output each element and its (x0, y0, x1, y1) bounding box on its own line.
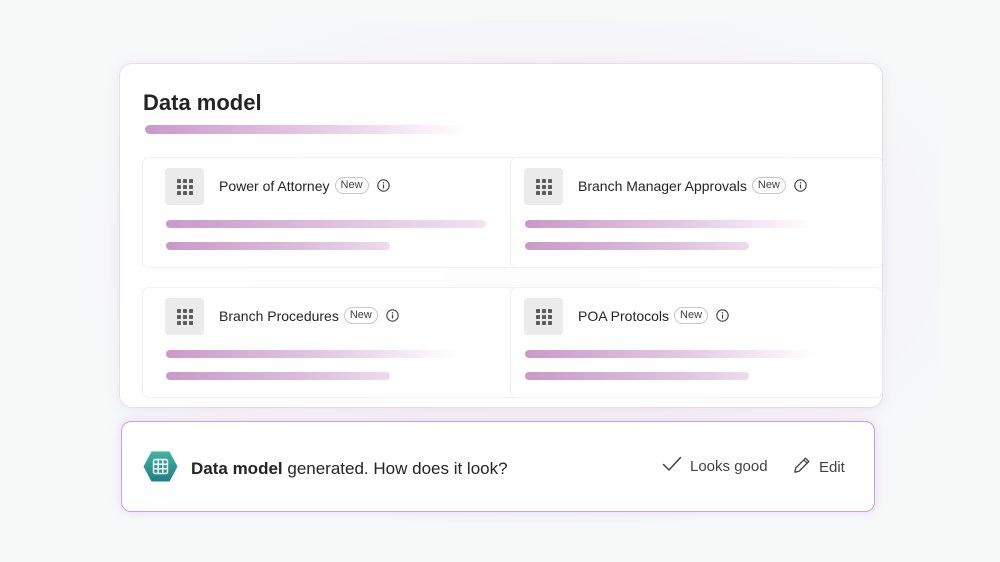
table-tile-power-of-attorney[interactable]: Power of Attorney New (143, 158, 518, 267)
info-icon[interactable] (376, 179, 390, 192)
edit-label: Edit (819, 458, 845, 476)
skeleton-bar (525, 242, 749, 250)
data-model-card: Data model Power of Attorney New Branch … (120, 64, 882, 407)
table-grid-icon (524, 168, 563, 205)
skeleton-bar (166, 220, 486, 228)
table-grid-icon (165, 298, 204, 335)
table-name: Branch Procedures (219, 307, 339, 324)
table-tile-poa-protocols[interactable]: POA Protocols New (511, 288, 882, 397)
table-tile-branch-procedures[interactable]: Branch Procedures New (143, 288, 518, 397)
prompt-message: Data model generated. How does it look? (191, 459, 508, 479)
prompt-message-rest: generated. How does it look? (282, 459, 508, 478)
table-grid-icon (524, 298, 563, 335)
skeleton-bar (166, 350, 456, 358)
skeleton-bar (525, 350, 815, 358)
new-badge: New (343, 307, 378, 324)
prompt-message-bold: Data model (191, 459, 283, 478)
info-icon[interactable] (794, 179, 807, 192)
info-icon[interactable] (716, 309, 729, 322)
table-name: Branch Manager Approvals (578, 177, 747, 194)
edit-button[interactable]: Edit (793, 456, 845, 478)
new-badge: New (751, 177, 786, 194)
skeleton-bar (166, 242, 390, 250)
feedback-prompt: Data model generated. How does it look? … (121, 421, 875, 512)
skeleton-bar (166, 372, 390, 380)
title-skeleton-bar (145, 125, 465, 134)
new-badge: New (334, 177, 369, 194)
hexagon-table-icon (142, 450, 179, 483)
looks-good-button[interactable]: Looks good (662, 456, 768, 476)
skeleton-bar (525, 372, 749, 380)
pencil-icon (793, 456, 811, 478)
info-icon[interactable] (386, 309, 399, 322)
card-title: Data model (143, 90, 262, 115)
table-name: POA Protocols (578, 307, 670, 324)
table-grid-icon (165, 168, 204, 205)
skeleton-bar (525, 220, 815, 228)
table-name: Power of Attorney (219, 177, 330, 194)
checkmark-icon (662, 456, 682, 476)
new-badge: New (674, 307, 709, 324)
looks-good-label: Looks good (690, 457, 768, 475)
table-tile-branch-manager-approvals[interactable]: Branch Manager Approvals New (511, 158, 882, 267)
